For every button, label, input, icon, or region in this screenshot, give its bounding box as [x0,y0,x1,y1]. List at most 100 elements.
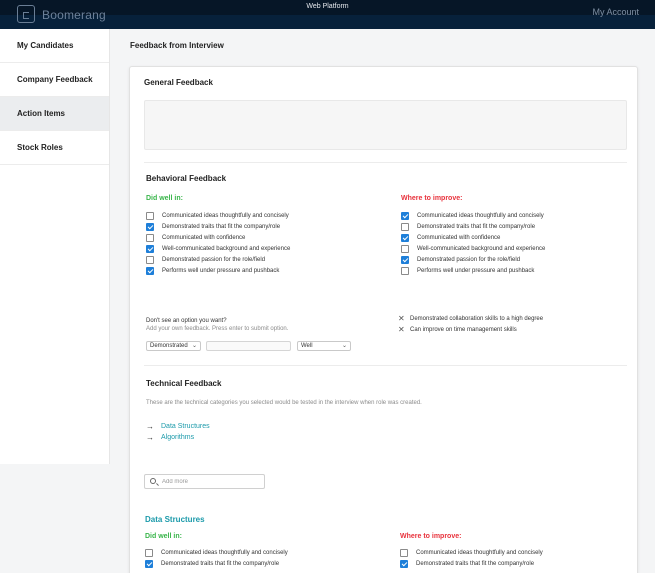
checkbox[interactable] [146,266,154,275]
top-bar: Web Platform Boomerang My Account [0,0,655,29]
ds-where-to-improve-label: Where to improve: [400,533,462,540]
added-feedback-text: Demonstrated collaboration skills to a h… [410,315,544,322]
checklist-item-label: Demonstrated passion for the role/field [417,256,521,263]
checklist-item-label: Communicated with confidence [417,234,501,241]
chevron-down-icon: ⌄ [191,343,197,349]
checklist-item-label: Communicated ideas thoughtfully and conc… [417,212,544,219]
chevron-down-icon: ⌄ [341,343,347,349]
custom-option-prompt: Don't see an option you want? [146,318,227,324]
page-title: Feedback from Interview [130,41,224,50]
technical-category-list: → Data Structures → Algorithms [146,421,210,443]
checkbox[interactable] [145,559,153,568]
well-select-value: Well [301,343,313,349]
technical-category-label: Data Structures [161,423,210,430]
sidebar-item-my-candidates[interactable]: My Candidates [0,29,109,63]
sidebar-item-label: My Candidates [17,41,74,50]
sidebar-item-action-items[interactable]: Action Items [0,97,109,131]
divider [144,365,627,366]
checklist-item-label: Demonstrated traits that fit the company… [161,560,280,567]
checklist-item-label: Communicated ideas thoughtfully and conc… [161,549,288,556]
checklist-item-label: Performs well under pressure and pushbac… [417,267,535,274]
checklist-item[interactable]: Communicated ideas thoughtfully and conc… [400,547,543,558]
checkbox[interactable] [401,222,409,231]
checkbox[interactable] [146,244,154,253]
checklist-item[interactable]: Demonstrated traits that fit the company… [146,221,290,232]
added-feedback-list: ✕ Demonstrated collaboration skills to a… [398,313,543,335]
checklist-item-label: Communicated with confidence [162,234,246,241]
checklist-item[interactable]: Communicated with confidence [146,232,290,243]
checklist-item[interactable]: Communicated ideas thoughtfully and conc… [145,547,288,558]
ds-did-well-label: Did well in: [145,533,182,540]
checklist-item[interactable]: Communicated with confidence [401,232,545,243]
checklist-item-label: Demonstrated traits that fit the company… [162,223,281,230]
checkbox[interactable] [400,559,408,568]
demonstrated-select[interactable]: Demonstrated ⌄ [146,341,201,351]
checklist-item[interactable]: Performs well under pressure and pushbac… [146,265,290,276]
general-feedback-heading: General Feedback [144,78,213,87]
ds-did-well-checklist: Communicated ideas thoughtfully and conc… [145,547,288,569]
divider [144,162,627,163]
checklist-item[interactable]: Performs well under pressure and pushbac… [401,265,545,276]
checklist-item-label: Demonstrated traits that fit the company… [417,223,536,230]
technical-category-label: Algorithms [161,434,195,441]
add-more-search[interactable] [144,474,265,489]
checkbox[interactable] [146,255,154,264]
checkbox[interactable] [145,548,153,557]
checkbox[interactable] [146,222,154,231]
checklist-item[interactable]: Demonstrated traits that fit the company… [401,221,545,232]
checklist-item[interactable]: Demonstrated passion for the role/field [146,254,290,265]
checklist-item[interactable]: Well-communicated background and experie… [146,243,290,254]
checkbox[interactable] [401,266,409,275]
sidebar-item-label: Company Feedback [17,75,93,84]
technical-category-data-structures[interactable]: → Data Structures [146,421,210,432]
brand-name[interactable]: Boomerang [42,8,106,22]
sidebar-item-label: Stock Roles [17,143,63,152]
checklist-item[interactable]: Demonstrated traits that fit the company… [145,558,288,569]
did-well-label: Did well in: [146,195,183,202]
data-structures-heading: Data Structures [145,515,205,524]
checkbox[interactable] [146,211,154,220]
checkbox[interactable] [401,211,409,220]
added-feedback-item: ✕ Can improve on time management skills [398,324,543,335]
close-x-icon[interactable]: ✕ [398,314,409,323]
checklist-item-label: Communicated ideas thoughtfully and conc… [416,549,543,556]
custom-feedback-input[interactable] [206,341,291,351]
checklist-item[interactable]: Demonstrated traits that fit the company… [400,558,543,569]
arrow-right-icon: → [146,422,154,431]
checkbox[interactable] [401,244,409,253]
sidebar-item-company-feedback[interactable]: Company Feedback [0,63,109,97]
checklist-item[interactable]: Communicated ideas thoughtfully and conc… [146,210,290,221]
checklist-item-label: Demonstrated traits that fit the company… [416,560,535,567]
arrow-right-icon: → [146,433,154,442]
close-x-icon[interactable]: ✕ [398,325,409,334]
search-icon [150,478,156,484]
checklist-item[interactable]: Well-communicated background and experie… [401,243,545,254]
well-select[interactable]: Well ⌄ [297,341,351,351]
added-feedback-text: Can improve on time management skills [410,326,517,333]
sidebar-item-label: Action Items [17,109,66,118]
checkbox[interactable] [146,233,154,242]
behavioral-feedback-heading: Behavioral Feedback [146,174,227,183]
where-to-improve-label: Where to improve: [401,195,463,202]
sidebar-item-stock-roles[interactable]: Stock Roles [0,131,109,165]
add-more-input[interactable] [162,476,258,487]
technical-feedback-heading: Technical Feedback [146,379,222,388]
my-account-link[interactable]: My Account [592,7,639,17]
logo-glyph [23,12,29,19]
checkbox[interactable] [400,548,408,557]
checklist-item-label: Well-communicated background and experie… [162,245,291,252]
custom-option-hint: Add your own feedback. Press enter to su… [146,326,289,332]
technical-category-algorithms[interactable]: → Algorithms [146,432,210,443]
logo-mark-icon[interactable] [17,5,35,23]
technical-feedback-description: These are the technical categories you s… [146,400,422,406]
did-well-checklist: Communicated ideas thoughtfully and conc… [146,210,290,276]
checklist-item-label: Performs well under pressure and pushbac… [162,267,280,274]
checklist-item-label: Communicated ideas thoughtfully and conc… [162,212,289,219]
checklist-item[interactable]: Communicated ideas thoughtfully and conc… [401,210,545,221]
general-feedback-textarea[interactable] [144,100,627,150]
demonstrated-select-value: Demonstrated [150,343,188,349]
checklist-item[interactable]: Demonstrated passion for the role/field [401,254,545,265]
where-to-improve-checklist: Communicated ideas thoughtfully and conc… [401,210,545,276]
checkbox[interactable] [401,255,409,264]
checkbox[interactable] [401,233,409,242]
